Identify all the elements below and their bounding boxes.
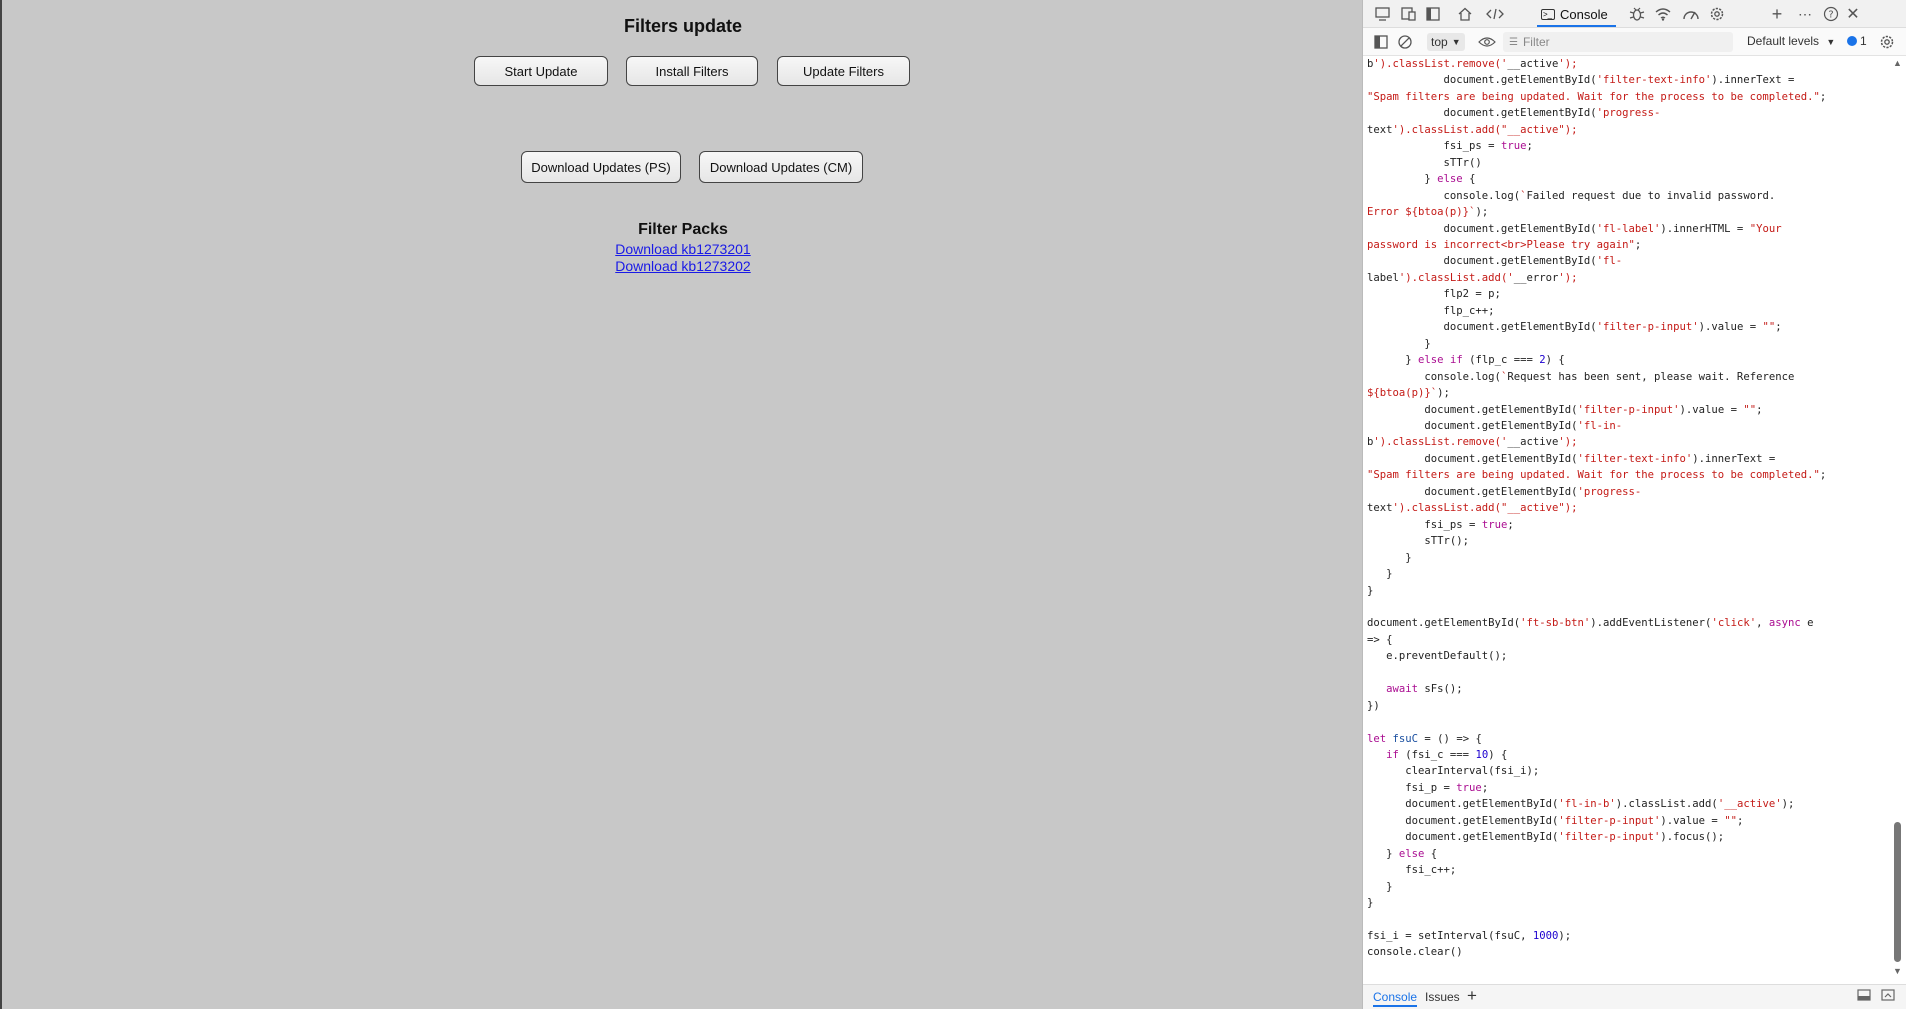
screencast-icon[interactable] [1373, 4, 1393, 24]
drawer-tab-issues[interactable]: Issues [1425, 990, 1460, 1004]
download-kb1273202-link[interactable]: Download kb1273202 [615, 258, 750, 274]
context-select[interactable]: top ▼ [1427, 33, 1465, 51]
performance-icon[interactable] [1681, 4, 1701, 24]
settings-icon[interactable] [1707, 4, 1727, 24]
dock-drawer-icon[interactable] [1857, 989, 1871, 1004]
home-icon[interactable] [1455, 4, 1475, 24]
install-filters-button[interactable]: Install Filters [626, 56, 758, 86]
help-icon[interactable]: ? [1821, 4, 1841, 24]
more-icon[interactable]: ⋯ [1795, 4, 1815, 24]
pack-link-row: Download kb1273201 [2, 241, 1364, 257]
chevron-down-icon: ▼ [1826, 37, 1836, 47]
add-drawer-tab-icon[interactable]: + [1467, 986, 1477, 1006]
message-icon [1847, 36, 1857, 46]
pack-link-row: Download kb1273202 [2, 258, 1364, 274]
elements-icon[interactable] [1485, 4, 1505, 24]
update-filters-button[interactable]: Update Filters [777, 56, 910, 86]
filter-placeholder: Filter [1522, 35, 1550, 49]
download-kb1273201-link[interactable]: Download kb1273201 [615, 241, 750, 257]
network-icon[interactable] [1653, 4, 1673, 24]
devtools-drawer: Console Issues + [1363, 984, 1906, 1009]
devtools-panel: >_ Console + ⋯ ? ✕ top ▼ ☰ Filter Defaul… [1362, 0, 1906, 1009]
expand-drawer-icon[interactable] [1881, 989, 1895, 1004]
scroll-up-arrow-icon[interactable]: ▲ [1893, 58, 1902, 68]
context-value: top [1431, 35, 1448, 49]
clear-console-icon[interactable] [1395, 32, 1415, 52]
chevron-down-icon: ▼ [1451, 37, 1461, 47]
filter-packs-heading: Filter Packs [638, 221, 728, 238]
dock-icon[interactable] [1423, 4, 1443, 24]
webpage-viewport: Filters update Start Update Install Filt… [0, 0, 1362, 1009]
add-tab-icon[interactable]: + [1767, 4, 1787, 24]
tab-console[interactable]: >_ Console [1537, 3, 1616, 27]
console-toolbar: top ▼ ☰ Filter Default levels ▼ 1 [1363, 28, 1906, 56]
svg-text:?: ? [1828, 10, 1833, 21]
console-icon: >_ [1541, 8, 1555, 20]
console-settings-icon[interactable] [1877, 32, 1897, 52]
debugger-icon[interactable] [1627, 4, 1647, 24]
start-update-button[interactable]: Start Update [474, 56, 608, 86]
live-expression-eye-icon[interactable] [1477, 32, 1497, 52]
devtools-tabbar: >_ Console + ⋯ ? ✕ [1363, 0, 1906, 28]
tab-console-label: Console [1560, 6, 1608, 22]
console-scrollbar[interactable]: ▲ ▼ [1890, 56, 1904, 982]
scrollbar-thumb[interactable] [1894, 822, 1901, 962]
message-count: 1 [1860, 34, 1867, 48]
sidebar-toggle-icon[interactable] [1371, 32, 1391, 52]
page-title: Filters update [623, 16, 743, 36]
log-levels-select[interactable]: Default levels ▼ [1747, 34, 1835, 48]
filter-icon: ☰ [1509, 36, 1518, 48]
console-output[interactable]: b').classList.remove('__active'); docume… [1363, 56, 1893, 982]
download-updates-ps-button[interactable]: Download Updates (PS) [521, 151, 681, 183]
message-count-badge[interactable]: 1 [1847, 34, 1867, 48]
device-emulation-icon[interactable] [1399, 4, 1419, 24]
filter-input[interactable]: ☰ Filter [1503, 32, 1733, 52]
scroll-down-arrow-icon[interactable]: ▼ [1893, 966, 1902, 976]
close-icon[interactable]: ✕ [1843, 4, 1863, 24]
download-updates-cm-button[interactable]: Download Updates (CM) [699, 151, 863, 183]
log-levels-label: Default levels [1747, 34, 1820, 48]
drawer-tab-console[interactable]: Console [1373, 990, 1418, 1007]
console-code-listing: b').classList.remove('__active'); docume… [1367, 58, 1827, 959]
